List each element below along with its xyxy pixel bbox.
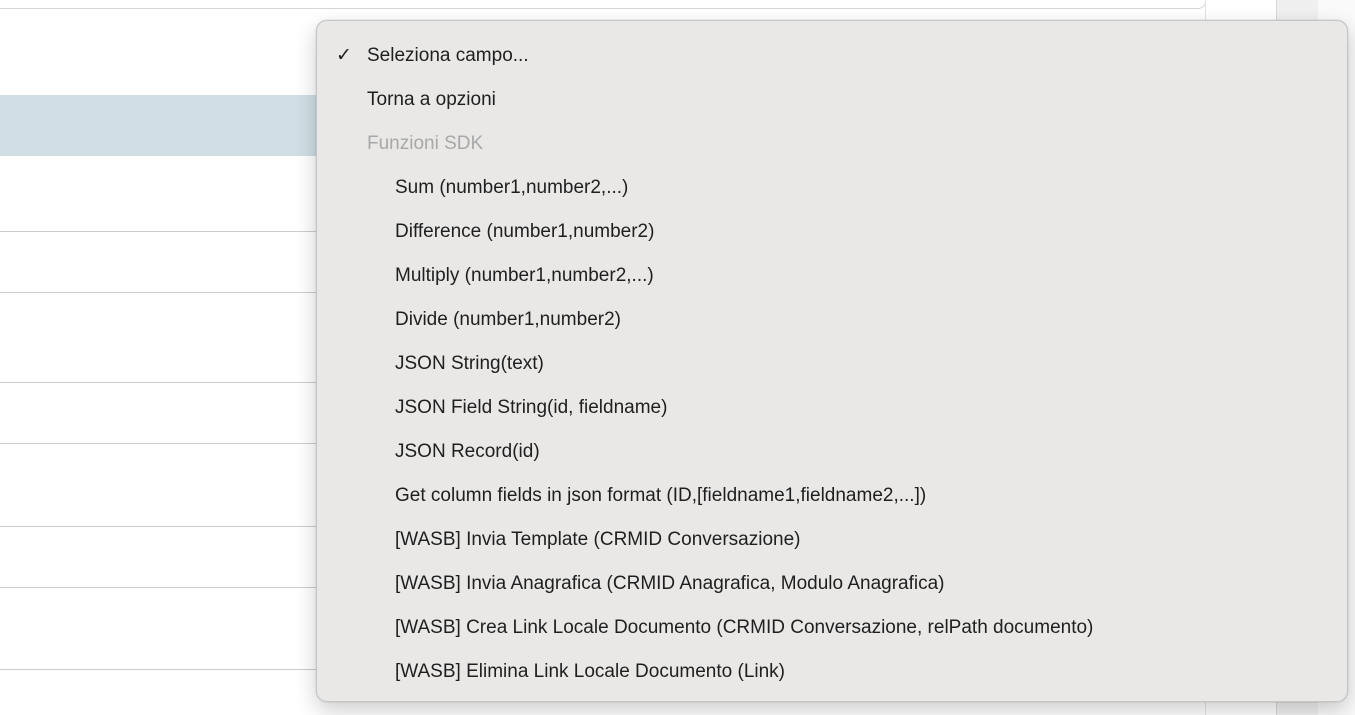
field-select-popup-menu: ✓ Seleziona campo... Torna a opzioni Fun… [316,20,1348,702]
table-top-border [0,0,1206,9]
table-row-selected[interactable] [0,95,330,156]
menu-item-wasb-crea-link-locale-documento[interactable]: [WASB] Crea Link Locale Documento (CRMID… [317,606,1347,650]
menu-item-divide[interactable]: Divide (number1,number2) [317,298,1347,342]
menu-item-label: Sum (number1,number2,...) [395,177,629,198]
menu-item-label: Divide (number1,number2) [395,309,621,330]
table-row-divider [0,292,330,293]
menu-item-label: [WASB] Invia Template (CRMID Conversazio… [395,529,801,550]
menu-item-label: [WASB] Invia Anagrafica (CRMID Anagrafic… [395,573,945,594]
menu-item-json-record[interactable]: JSON Record(id) [317,430,1347,474]
menu-item-wasb-invia-template[interactable]: [WASB] Invia Template (CRMID Conversazio… [317,518,1347,562]
menu-item-torna-a-opzioni[interactable]: Torna a opzioni [317,78,1347,122]
checkmark-icon: ✓ [336,45,352,66]
table-row-divider [0,443,330,444]
menu-item-label: Difference (number1,number2) [395,221,655,242]
menu-item-label: [WASB] Elimina Link Locale Documento (Li… [395,661,786,682]
menu-item-multiply[interactable]: Multiply (number1,number2,...) [317,254,1347,298]
menu-item-label: JSON Record(id) [395,441,540,462]
menu-item-wasb-invia-anagrafica[interactable]: [WASB] Invia Anagrafica (CRMID Anagrafic… [317,562,1347,606]
menu-item-json-field-string[interactable]: JSON Field String(id, fieldname) [317,386,1347,430]
menu-item-label: JSON Field String(id, fieldname) [395,397,668,418]
menu-item-label: Get column fields in json format (ID,[fi… [395,485,927,506]
menu-item-seleziona-campo[interactable]: ✓ Seleziona campo... [317,34,1347,78]
menu-item-get-column-fields-json[interactable]: Get column fields in json format (ID,[fi… [317,474,1347,518]
menu-item-difference[interactable]: Difference (number1,number2) [317,210,1347,254]
menu-section-header-funzioni-sdk: Funzioni SDK [317,122,1347,166]
table-row-divider [0,231,330,232]
menu-item-json-string[interactable]: JSON String(text) [317,342,1347,386]
table-row-divider [0,526,330,527]
table-row-divider [0,382,330,383]
menu-item-label: [WASB] Crea Link Locale Documento (CRMID… [395,617,1094,638]
menu-item-sum[interactable]: Sum (number1,number2,...) [317,166,1347,210]
menu-section-label: Funzioni SDK [367,133,484,154]
menu-item-label: Multiply (number1,number2,...) [395,265,654,286]
table-row-divider [0,587,330,588]
menu-item-wasb-elimina-link-locale-documento[interactable]: [WASB] Elimina Link Locale Documento (Li… [317,650,1347,694]
menu-item-label: Seleziona campo... [367,45,529,66]
menu-item-label: JSON String(text) [395,353,544,374]
table-row-divider [0,669,330,670]
menu-item-label: Torna a opzioni [367,89,496,110]
screen: ✓ Seleziona campo... Torna a opzioni Fun… [0,0,1355,715]
